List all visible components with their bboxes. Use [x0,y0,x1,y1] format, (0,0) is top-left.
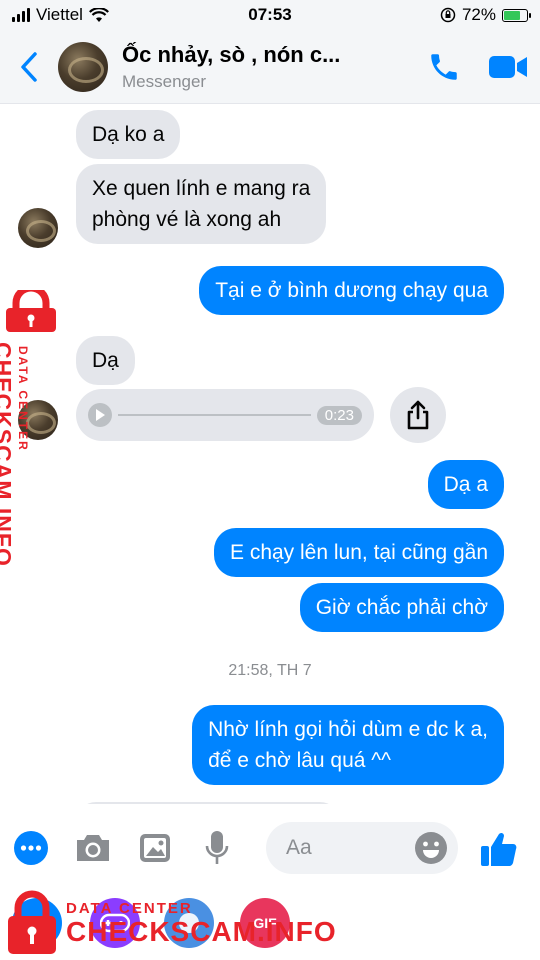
message-bubble[interactable]: Dạ [76,336,135,385]
camera-icon [77,835,109,861]
play-button[interactable] [88,403,112,427]
message-bubble[interactable]: Dạ ko a [76,110,181,159]
share-icon [407,400,429,430]
watermark-lock-icon [4,284,58,339]
audio-track[interactable] [118,414,311,416]
composer-bar: Aa [0,804,540,892]
back-chevron-icon [21,51,37,82]
message-line: Nhờ lính gọi hỏi dùm e dc k a, [208,718,488,741]
conversation-header: Ốc nhảy, sò , nón c... Messenger [0,30,540,104]
battery-percent: 72% [461,5,496,24]
thumbs-up-icon [481,832,517,866]
message-input-placeholder: Aa [286,836,312,859]
message-input[interactable]: Aa [266,822,458,874]
watermark-lock-icon [6,888,58,960]
message-line: để e chờ lâu quá ^^ [208,749,392,772]
watermark-small-text: DATA CENTER [66,900,193,917]
carrier-label: Viettel [36,5,83,24]
message-bubble[interactable]: Tại e ở bình dương chạy qua [199,266,504,315]
watermark-text: DATA CENTER CHECKSCAM.INFO [0,342,30,567]
voice-record-button[interactable] [186,804,248,892]
signal-icon [12,8,30,22]
photo-button[interactable] [124,804,186,892]
camera-button[interactable] [62,804,124,892]
message-bubble[interactable]: E chạy lên lun, tại cũng gần [213,528,504,577]
more-actions-button[interactable] [0,804,62,892]
play-icon [96,409,105,421]
watermark-bottom: DATA CENTER CHECKSCAM.INFO [0,886,336,960]
rotation-lock-icon [440,7,456,23]
like-button[interactable] [472,822,526,876]
phone-icon [431,53,457,80]
message-line: phòng vé là xong ah [92,208,282,231]
contact-subtitle: Messenger [122,71,207,91]
emoji-icon [415,832,447,864]
wifi-icon [88,7,109,22]
more-dots-icon [14,831,48,865]
voice-message[interactable]: 0:23 [76,389,374,441]
status-right: 72% [440,5,531,25]
message-timestamp: 21:58, TH 7 [228,662,312,679]
contact-info[interactable]: Ốc nhảy, sò , nón c... Messenger [122,42,412,92]
back-button[interactable] [0,30,58,104]
microphone-icon [205,831,229,864]
contact-name: Ốc nhảy, sò , nón c... [122,41,341,67]
watermark-big-text: CHECKSCAM.INFO [66,916,337,947]
video-call-button[interactable] [476,30,540,104]
message-bubble[interactable]: Xe quen lính e mang ra phòng vé là xong … [76,164,327,244]
message-line: Xe quen lính e mang ra [92,177,311,200]
status-bar: Viettel 07:53 72% [0,0,540,30]
message-bubble[interactable]: Giờ chắc phải chờ [299,583,504,632]
message-bubble[interactable]: Dạ a [427,460,504,509]
sender-avatar[interactable] [18,208,58,248]
battery-icon [502,8,531,22]
watermark-big-text: CHECKSCAM.INFO [0,342,16,567]
audio-duration: 0:23 [316,405,362,425]
photo-icon [140,834,170,862]
contact-avatar[interactable] [58,41,108,92]
message-bubble[interactable]: Nhờ lính gọi hỏi dùm e dc k a, để e chờ … [192,705,504,785]
status-left: Viettel [12,5,109,25]
message-list[interactable]: Dạ ko a Xe quen lính e mang ra phòng vé … [0,104,540,804]
share-button[interactable] [390,387,446,443]
emoji-button[interactable] [414,831,448,865]
video-camera-icon [489,55,527,78]
watermark-side: DATA CENTER CHECKSCAM.INFO [0,284,60,567]
watermark-small-text: DATA CENTER [16,346,30,452]
audio-call-button[interactable] [412,30,476,104]
battery-level [504,10,520,20]
